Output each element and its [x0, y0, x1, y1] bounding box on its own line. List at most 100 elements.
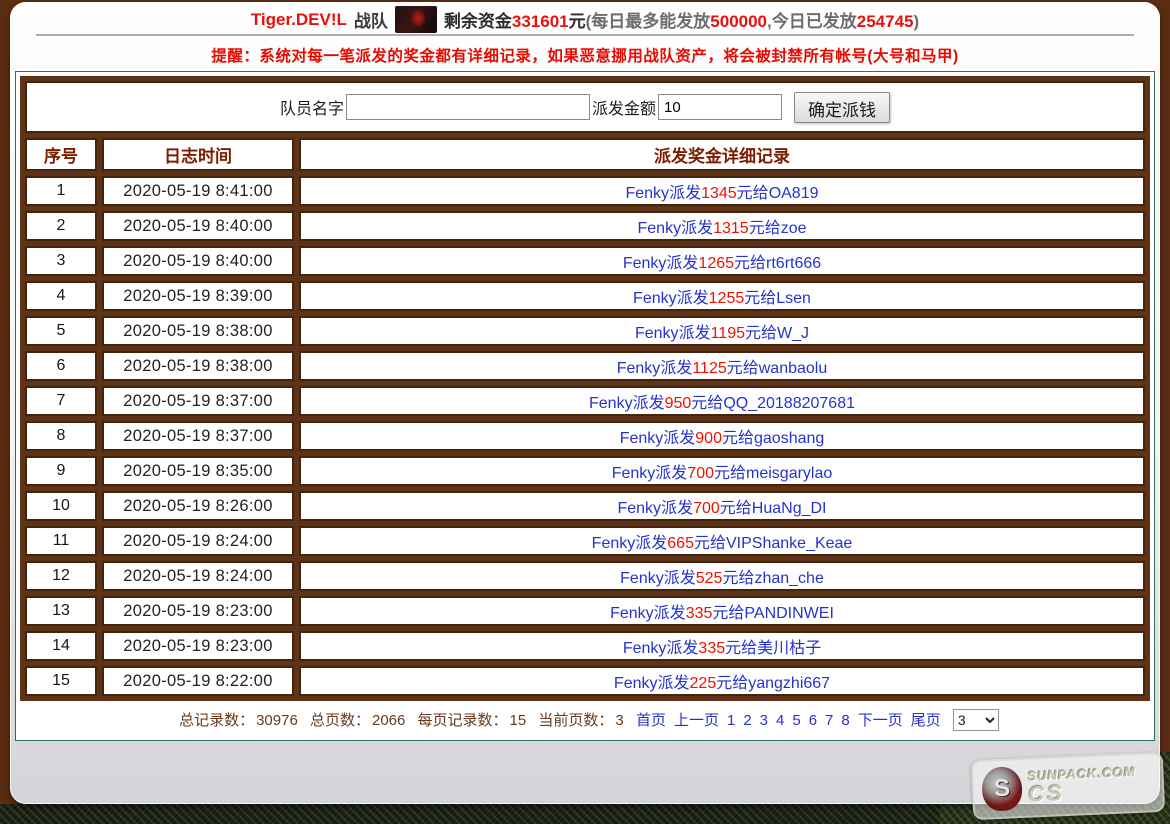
watermark-logo: S SUNPACK.COM CS: [971, 752, 1165, 820]
pagination-link[interactable]: 5: [792, 712, 800, 729]
table-row: 15 2020-05-19 8:22:00 Fenky派发225元给yangzh…: [25, 666, 1145, 696]
row-record: Fenky派发1265元给rt6rt666: [299, 246, 1145, 276]
pagination-link[interactable]: 上一页: [674, 712, 719, 729]
paren-open: (每日最多能发放: [586, 12, 711, 31]
member-name-input[interactable]: [346, 94, 590, 120]
watermark-badge-icon: S: [981, 766, 1023, 812]
record-verb-distribute: 派发: [681, 220, 713, 237]
pagination-link[interactable]: 4: [776, 712, 784, 729]
table-row: 12 2020-05-19 8:24:00 Fenky派发525元给zhan_c…: [25, 561, 1145, 591]
row-record: Fenky派发950元给QQ_20188207681: [299, 386, 1145, 416]
record-verb-give: 元给: [734, 255, 766, 272]
record-sender: Fenky: [592, 535, 636, 552]
confirm-pay-button[interactable]: 确定派钱: [794, 92, 890, 123]
record-verb-give: 元给: [722, 570, 754, 587]
record-sender: Fenky: [620, 570, 664, 587]
payout-table-body: 队员名字 派发金额 确定派钱 序号 日志时间 派发奖金详细记录 1 2020-0…: [25, 81, 1145, 696]
record-recipient: OA819: [769, 185, 819, 202]
table-row: 1 2020-05-19 8:41:00 Fenky派发1345元给OA819: [25, 176, 1145, 206]
today-paid: 254745: [857, 12, 914, 31]
table-row: 5 2020-05-19 8:38:00 Fenky派发1195元给W_J: [25, 316, 1145, 346]
row-seq: 9: [25, 456, 97, 486]
row-record: Fenky派发1125元给wanbaolu: [299, 351, 1145, 381]
record-verb-give: 元给: [744, 290, 776, 307]
record-amount: 950: [665, 395, 692, 412]
paren-mid: ,今日已发放: [767, 12, 857, 31]
record-amount: 335: [698, 640, 725, 657]
pagination-link[interactable]: 7: [825, 712, 833, 729]
row-seq: 7: [25, 386, 97, 416]
record-sender: Fenky: [623, 255, 667, 272]
form-cell: 队员名字 派发金额 确定派钱: [25, 81, 1145, 133]
table-row: 11 2020-05-19 8:24:00 Fenky派发665元给VIPSha…: [25, 526, 1145, 556]
record-sender: Fenky: [633, 290, 677, 307]
record-sender: Fenky: [617, 360, 661, 377]
table-row: 3 2020-05-19 8:40:00 Fenky派发1265元给rt6rt6…: [25, 246, 1145, 276]
pagination-link[interactable]: 8: [841, 712, 849, 729]
row-time: 2020-05-19 8:22:00: [102, 666, 294, 696]
record-sender: Fenky: [620, 430, 664, 447]
table-header-row: 序号 日志时间 派发奖金详细记录: [25, 138, 1145, 171]
funds-amount: 331601: [512, 12, 569, 31]
record-recipient: VIPShanke_Keae: [726, 535, 852, 552]
member-name-label: 队员名字: [280, 95, 344, 119]
row-record: Fenky派发335元给美川枯子: [299, 631, 1145, 661]
amount-input[interactable]: [658, 94, 782, 120]
record-verb-give: 元给: [737, 185, 769, 202]
record-verb-distribute: 派发: [661, 500, 693, 517]
pagination-link[interactable]: 1: [727, 712, 735, 729]
record-recipient: Lsen: [776, 290, 811, 307]
record-verb-give: 元给: [749, 220, 781, 237]
pagination-link[interactable]: 2: [743, 712, 751, 729]
record-verb-give: 元给: [716, 675, 748, 692]
team-name: Tiger.DEV!L: [251, 10, 347, 30]
amount-label: 派发金额: [592, 95, 656, 119]
daily-max: 500000: [710, 12, 767, 31]
row-seq: 13: [25, 596, 97, 626]
row-seq: 3: [25, 246, 97, 276]
form-row: 队员名字 派发金额 确定派钱: [25, 81, 1145, 133]
content-frame: 队员名字 派发金额 确定派钱 序号 日志时间 派发奖金详细记录 1 2020-0…: [15, 71, 1155, 741]
watermark-text-line2: CS: [1028, 778, 1137, 806]
row-seq: 2: [25, 211, 97, 241]
pagination-link[interactable]: 3: [760, 712, 768, 729]
per-page-label: 每页记录数：: [418, 712, 508, 729]
record-sender: Fenky: [635, 325, 679, 342]
row-record: Fenky派发665元给VIPShanke_Keae: [299, 526, 1145, 556]
record-recipient: 美川枯子: [757, 640, 821, 657]
record-sender: Fenky: [617, 500, 661, 517]
record-sender: Fenky: [612, 465, 656, 482]
title-bar: Tiger.DEV!L战队 剩余资金331601元(每日最多能发放500000,…: [36, 2, 1134, 36]
row-time: 2020-05-19 8:24:00: [102, 561, 294, 591]
row-time: 2020-05-19 8:23:00: [102, 631, 294, 661]
record-sender: Fenky: [638, 220, 682, 237]
row-time: 2020-05-19 8:35:00: [102, 456, 294, 486]
table-row: 10 2020-05-19 8:26:00 Fenky派发700元给HuaNg_…: [25, 491, 1145, 521]
pagination-bar: 总记录数：30976 总页数：2066 每页记录数：15 当前页数：3 首页上一…: [20, 701, 1150, 740]
record-recipient: meisgarylao: [746, 465, 832, 482]
funds-summary: 剩余资金331601元(每日最多能发放500000,今日已发放254745): [444, 7, 919, 32]
total-records-label: 总记录数：: [179, 712, 254, 729]
record-verb-distribute: 派发: [654, 605, 686, 622]
record-recipient: zoe: [781, 220, 807, 237]
row-record: Fenky派发225元给yangzhi667: [299, 666, 1145, 696]
record-amount: 1195: [711, 325, 745, 342]
row-seq: 8: [25, 421, 97, 451]
page-select-dropdown[interactable]: 3: [953, 709, 999, 731]
pagination-link[interactable]: 6: [809, 712, 817, 729]
current-page-label: 当前页数：: [538, 712, 613, 729]
row-record: Fenky派发700元给HuaNg_DI: [299, 491, 1145, 521]
table-row: 8 2020-05-19 8:37:00 Fenky派发900元给gaoshan…: [25, 421, 1145, 451]
record-recipient: W_J: [777, 325, 809, 342]
pagination-link[interactable]: 尾页: [911, 712, 941, 729]
record-amount: 700: [687, 465, 714, 482]
table-row: 2 2020-05-19 8:40:00 Fenky派发1315元给zoe: [25, 211, 1145, 241]
pagination-link[interactable]: 下一页: [858, 712, 903, 729]
record-verb-distribute: 派发: [663, 430, 695, 447]
pagination-link[interactable]: 首页: [636, 712, 666, 729]
record-sender: Fenky: [625, 185, 669, 202]
record-verb-distribute: 派发: [660, 360, 692, 377]
record-amount: 900: [695, 430, 722, 447]
record-verb-give: 元给: [745, 325, 777, 342]
row-record: Fenky派发700元给meisgarylao: [299, 456, 1145, 486]
